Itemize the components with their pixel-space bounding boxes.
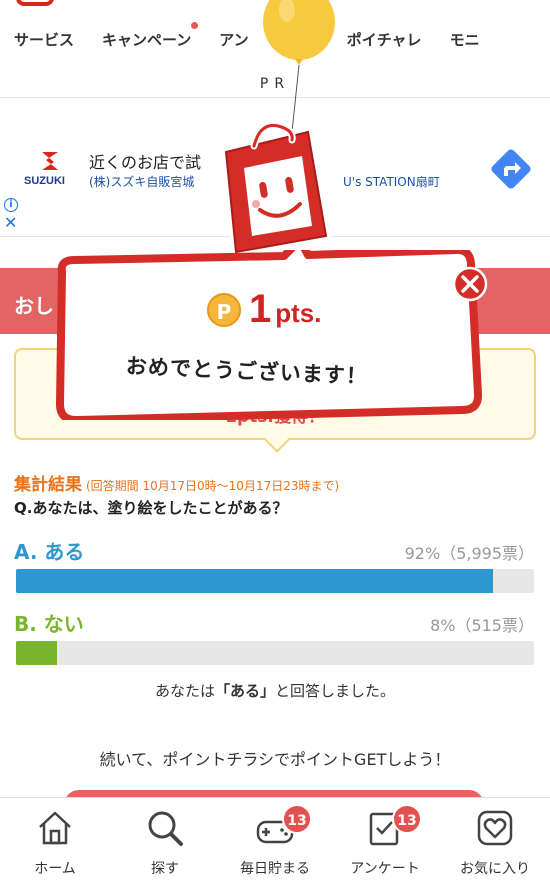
option-a-bar-fill bbox=[16, 569, 493, 593]
nav-items: サービス キャンペーン アン 懸賞 ポイチャレ モニ bbox=[14, 22, 508, 50]
bottom-tab-bar: ホーム 探す 13 毎日貯まる 13 アンケート お気に入り bbox=[0, 797, 550, 883]
notification-badge: 13 bbox=[282, 804, 312, 834]
notification-dot bbox=[191, 22, 199, 29]
pr-label: PR bbox=[259, 76, 291, 92]
nav-item-service[interactable]: サービス bbox=[14, 29, 74, 50]
logo[interactable] bbox=[16, 0, 54, 6]
home-icon bbox=[39, 811, 71, 845]
option-a-stat: 92%（5,995票） bbox=[404, 544, 534, 563]
ad-close-icon[interactable]: ✕ bbox=[4, 215, 17, 231]
option-b-bar-fill bbox=[16, 641, 58, 665]
option-b-bar bbox=[16, 641, 534, 665]
ad-location[interactable]: U's STATION扇町 bbox=[343, 173, 440, 190]
directions-icon[interactable] bbox=[488, 146, 534, 192]
results-title: 集計結果 bbox=[14, 475, 82, 495]
nav-item-campaign[interactable]: キャンペーン bbox=[102, 22, 199, 50]
ad-headline[interactable]: 近くのお店で試 bbox=[89, 149, 201, 173]
tab-home[interactable]: ホーム bbox=[0, 798, 110, 883]
option-b-label: B. ない bbox=[14, 612, 84, 636]
section-title: おし bbox=[14, 294, 54, 318]
option-a-label: A. ある bbox=[14, 540, 85, 564]
tab-survey[interactable]: 13 アンケート bbox=[330, 798, 440, 883]
balloon-icon bbox=[263, 0, 335, 133]
tab-favorites[interactable]: お気に入り bbox=[440, 798, 550, 883]
ad-brand: SUZUKI bbox=[24, 175, 65, 187]
popup-points-unit: pts. bbox=[275, 298, 322, 328]
answered-choice: 「ある」 bbox=[214, 682, 275, 700]
survey-question: Q.あなたは、塗り絵をしたことがある？ bbox=[14, 499, 288, 517]
tab-search[interactable]: 探す bbox=[110, 798, 220, 883]
point-coin-icon: P bbox=[207, 292, 241, 327]
favorite-icon bbox=[477, 810, 513, 846]
nav-item-survey[interactable]: アン bbox=[219, 29, 248, 50]
ad-advertiser[interactable]: (株)スズキ自販宮城 bbox=[89, 173, 194, 190]
option-b-stat: 8%（515票） bbox=[430, 616, 534, 635]
app-screen: サービス キャンペーン アン 懸賞 ポイチャレ モニ PR SUZUKI 近くの… bbox=[0, 0, 550, 883]
nav-item-poichalle[interactable]: ポイチャレ bbox=[347, 29, 422, 50]
continue-text: 続いて、ポイントチラシでポイントGETしよう！ bbox=[99, 750, 451, 769]
popup-points: P 1 pts. bbox=[207, 287, 321, 332]
results-header: 集計結果 (回答期間 10月17日0時～10月17日23時まで) bbox=[14, 470, 339, 495]
tab-daily[interactable]: 13 毎日貯まる bbox=[220, 798, 330, 883]
notification-badge: 13 bbox=[392, 804, 422, 834]
popup-points-value: 1 bbox=[249, 287, 272, 331]
results-period: (回答期間 10月17日0時～10月17日23時まで) bbox=[86, 479, 340, 493]
option-a-bar bbox=[16, 569, 534, 593]
answered-text: あなたは「ある」と回答しました。 bbox=[154, 682, 396, 700]
box-tail bbox=[264, 427, 290, 453]
suzuki-logo-icon bbox=[42, 152, 58, 170]
ad-info-icon[interactable]: i bbox=[4, 198, 18, 212]
congrats-popup bbox=[56, 250, 482, 420]
close-icon[interactable] bbox=[452, 266, 488, 302]
mascot-bag-icon bbox=[220, 121, 332, 258]
nav-item-monitor[interactable]: モニ bbox=[450, 29, 480, 50]
search-icon bbox=[148, 811, 183, 846]
